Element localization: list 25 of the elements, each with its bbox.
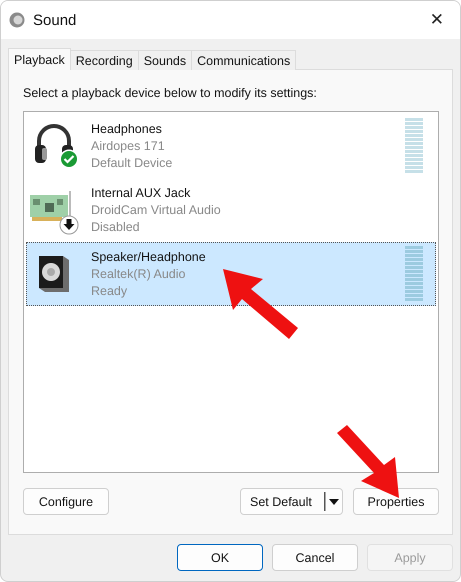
tab[interactable]: Recording (70, 50, 139, 70)
properties-button[interactable]: Properties (353, 488, 439, 515)
tab[interactable]: Sounds (138, 50, 192, 70)
device-item[interactable]: Speaker/Headphone Realtek(R) Audio Ready (26, 242, 436, 306)
close-button[interactable]: ✕ (426, 10, 448, 30)
device-status: Ready (91, 282, 128, 300)
tab[interactable]: Communications (191, 50, 296, 70)
device-name: Internal AUX Jack (91, 184, 192, 202)
device-status: Disabled (91, 218, 141, 236)
device-status: Default Device (91, 154, 174, 172)
instruction-text: Select a playback device below to modify its settings: (23, 86, 318, 100)
caret-icon (324, 489, 342, 514)
device-driver: DroidCam Virtual Audio (91, 202, 222, 218)
device-driver: Realtek(R) Audio (91, 266, 186, 282)
speaker-icon (9, 11, 25, 29)
device-item[interactable]: Headphones Airdopes 171 Default Device (26, 114, 436, 178)
configure-button[interactable]: Configure (23, 488, 109, 515)
tab[interactable]: Playback (8, 48, 71, 70)
dialog-button[interactable]: OK (177, 544, 263, 571)
window-title: Sound (33, 12, 78, 28)
set-default-button[interactable]: Set Default (240, 488, 343, 515)
device-name: Speaker/Headphone (91, 248, 207, 266)
device-driver: Airdopes 171 (91, 138, 166, 154)
dialog-button[interactable]: Cancel (272, 544, 358, 571)
device-name: Headphones (91, 120, 163, 138)
